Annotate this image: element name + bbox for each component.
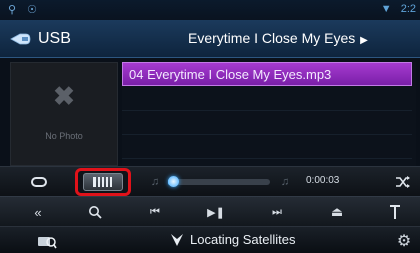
navigation-icon bbox=[171, 233, 183, 246]
list-divider bbox=[122, 134, 412, 135]
file-list[interactable]: 04 Everytime I Close My Eyes.mp3 bbox=[122, 62, 416, 166]
transport-bar: « ⏮ ▶❚ ⏭ ⏏ bbox=[0, 196, 420, 226]
previous-track-button[interactable]: ⏮ bbox=[135, 200, 175, 224]
progress-bar[interactable] bbox=[168, 176, 270, 187]
list-icon bbox=[83, 173, 123, 191]
elapsed-time: 0:00:03 bbox=[306, 175, 340, 186]
no-photo-icon: ✖ bbox=[53, 81, 75, 111]
status-bar: ⚲ ☉ ▼ 2:2 bbox=[0, 0, 420, 20]
usb-icon bbox=[10, 33, 31, 45]
search-icon bbox=[89, 206, 102, 219]
nav-status-text: Locating Satellites bbox=[190, 232, 296, 247]
antenna-button[interactable] bbox=[375, 200, 415, 224]
header: USB Everytime I Close My Eyes ▶ bbox=[0, 20, 420, 58]
camera-search-button[interactable] bbox=[36, 231, 58, 251]
source-label: USB bbox=[38, 30, 71, 47]
repeat-icon bbox=[31, 177, 47, 187]
next-track-button[interactable]: ⏭ bbox=[257, 200, 297, 224]
clock: 2:2 bbox=[400, 3, 416, 15]
music-note-icon: ♫ bbox=[150, 176, 160, 188]
eject-button[interactable]: ⏏ bbox=[317, 200, 357, 224]
now-playing-title: Everytime I Close My Eyes ▶ bbox=[188, 30, 368, 46]
play-indicator-icon: ▶ bbox=[360, 35, 368, 46]
main-content: ✖ No Photo 04 Everytime I Close My Eyes.… bbox=[0, 58, 420, 168]
play-pause-button[interactable]: ▶❚ bbox=[196, 200, 236, 224]
list-divider bbox=[122, 110, 412, 111]
list-divider bbox=[122, 158, 412, 159]
signal-icon: ▼ bbox=[380, 3, 392, 15]
eject-icon: ⏏ bbox=[330, 204, 344, 219]
next-track-icon: ⏭ bbox=[272, 205, 282, 218]
repeat-button[interactable] bbox=[26, 171, 52, 193]
music-note-icon: ♫ bbox=[280, 176, 290, 188]
source-selector[interactable]: USB bbox=[10, 28, 71, 50]
antenna-icon bbox=[390, 205, 400, 219]
search-button[interactable] bbox=[75, 200, 115, 224]
list-item-selected[interactable]: 04 Everytime I Close My Eyes.mp3 bbox=[122, 62, 412, 86]
previous-track-icon: ⏮ bbox=[150, 205, 160, 218]
bottom-bar: Locating Satellites ⚙ bbox=[0, 226, 420, 253]
back-button[interactable]: « bbox=[18, 200, 58, 224]
shuffle-icon bbox=[396, 176, 410, 188]
list-item-label: 04 Everytime I Close My Eyes.mp3 bbox=[129, 67, 332, 82]
back-icon: « bbox=[34, 204, 42, 220]
album-artwork: ✖ No Photo bbox=[10, 62, 118, 166]
screen: ⚲ ☉ ▼ 2:2 USB Everytime I Close My Eyes … bbox=[0, 0, 420, 253]
list-button[interactable] bbox=[75, 168, 131, 196]
gear-icon: ⚙ bbox=[396, 233, 412, 250]
playback-bar: ♫ ♫ 0:00:03 bbox=[0, 166, 420, 196]
track-title-text: Everytime I Close My Eyes bbox=[188, 30, 356, 46]
camera-search-icon bbox=[38, 237, 57, 249]
progress-knob[interactable] bbox=[168, 176, 179, 187]
settings-button[interactable]: ⚙ bbox=[394, 231, 414, 251]
status-right: ▼ 2:2 bbox=[381, 3, 416, 15]
no-photo-label: No Photo bbox=[45, 131, 83, 141]
play-pause-icon: ▶❚ bbox=[207, 206, 225, 219]
nav-status: Locating Satellites bbox=[170, 232, 296, 247]
status-icons-left: ⚲ ☉ bbox=[8, 4, 41, 16]
shuffle-button[interactable] bbox=[392, 171, 414, 193]
